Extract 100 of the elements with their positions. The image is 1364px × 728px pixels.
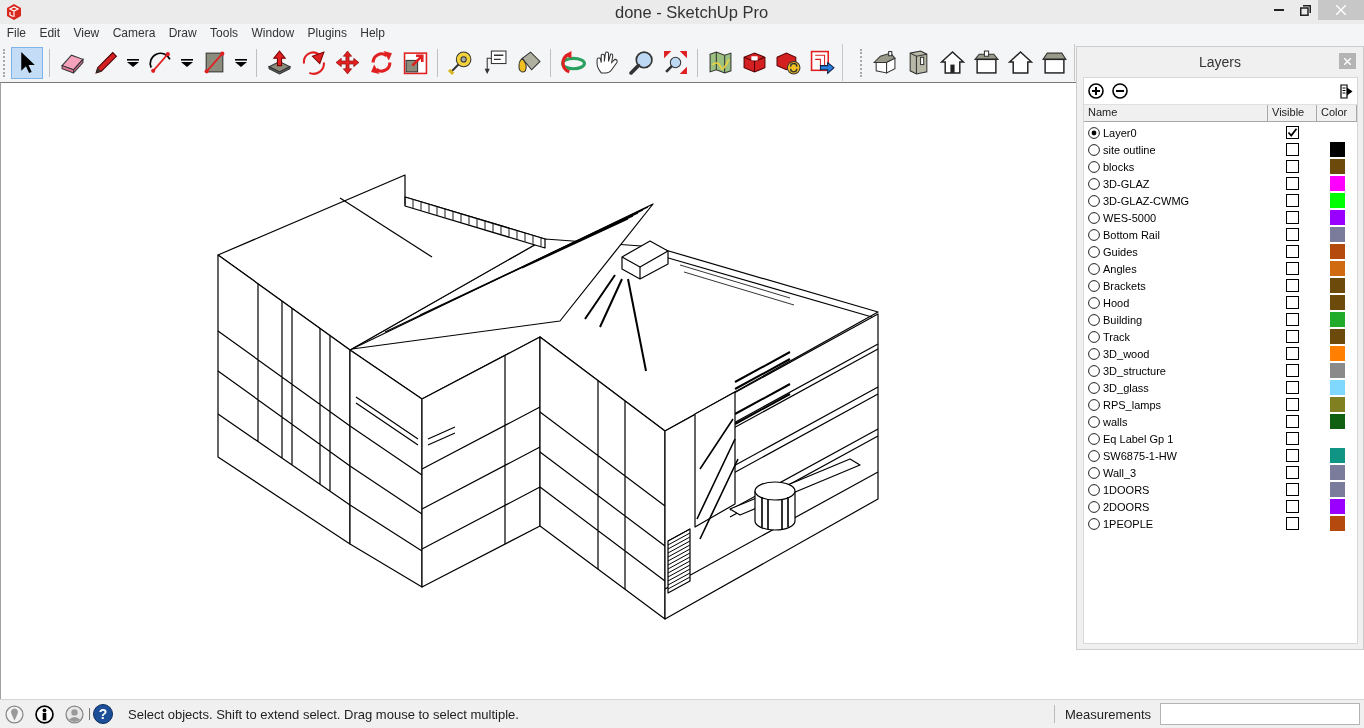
layer-name[interactable]: 1PEOPLE	[1103, 517, 1154, 530]
visible-checkbox[interactable]	[1286, 194, 1299, 207]
visible-checkbox[interactable]	[1286, 296, 1299, 309]
visible-checkbox[interactable]	[1286, 415, 1299, 428]
color-swatch[interactable]	[1329, 448, 1345, 463]
details-button[interactable]	[1340, 83, 1353, 99]
layer-name[interactable]: 3D-GLAZ-CWMG	[1103, 194, 1190, 207]
layer-name[interactable]: 3D-GLAZ	[1103, 177, 1150, 190]
visible-checkbox[interactable]	[1286, 483, 1299, 496]
layer-name[interactable]: Hood	[1103, 296, 1130, 309]
visible-checkbox[interactable]	[1286, 126, 1299, 139]
layer-name[interactable]: Guides	[1103, 245, 1138, 258]
layer-radio[interactable]	[1088, 211, 1100, 224]
layer-radio[interactable]	[1088, 279, 1100, 292]
menu-item[interactable]: Help	[353, 24, 392, 43]
color-swatch[interactable]	[1329, 397, 1345, 412]
visible-checkbox[interactable]	[1286, 381, 1299, 394]
layer-name[interactable]: site outline	[1103, 143, 1156, 156]
visible-checkbox[interactable]	[1286, 143, 1299, 156]
menu-item[interactable]: Plugins	[300, 24, 354, 43]
layer-radio[interactable]	[1088, 228, 1100, 241]
visible-checkbox[interactable]	[1286, 347, 1299, 360]
menu-item[interactable]: Edit	[32, 24, 67, 43]
layer-radio[interactable]	[1088, 177, 1100, 190]
layer-radio[interactable]	[1088, 364, 1100, 377]
visible-checkbox[interactable]	[1286, 211, 1299, 224]
menu-item[interactable]: View	[66, 24, 106, 43]
layer-radio[interactable]	[1088, 262, 1100, 275]
visible-checkbox[interactable]	[1286, 398, 1299, 411]
color-swatch[interactable]	[1329, 329, 1345, 344]
delete-layer-button[interactable]	[1112, 83, 1128, 99]
info-icon[interactable]	[35, 704, 54, 724]
color-swatch[interactable]	[1329, 159, 1345, 174]
layer-radio[interactable]	[1088, 449, 1100, 462]
color-swatch[interactable]	[1329, 244, 1345, 259]
layer-name[interactable]: 1DOORS	[1103, 483, 1150, 496]
layer-radio[interactable]	[1088, 398, 1100, 411]
color-swatch[interactable]	[1329, 380, 1345, 395]
visible-checkbox[interactable]	[1286, 432, 1299, 445]
layer-radio[interactable]	[1088, 330, 1100, 343]
layer-name[interactable]: blocks	[1103, 160, 1135, 173]
visible-checkbox[interactable]	[1286, 279, 1299, 292]
visible-checkbox[interactable]	[1286, 177, 1299, 190]
color-swatch[interactable]	[1329, 295, 1345, 310]
layer-name[interactable]: Angles	[1103, 262, 1137, 275]
visible-checkbox[interactable]	[1286, 500, 1299, 513]
color-swatch[interactable]	[1329, 278, 1345, 293]
layer-name[interactable]: 3D_wood	[1103, 347, 1150, 360]
visible-checkbox[interactable]	[1286, 449, 1299, 462]
layer-name[interactable]: Building	[1103, 313, 1143, 326]
layer-name[interactable]: Bottom Rail	[1103, 228, 1160, 241]
visible-checkbox[interactable]	[1286, 466, 1299, 479]
help-button[interactable]: ?	[93, 704, 113, 724]
layer-radio[interactable]	[1088, 143, 1100, 156]
measurements-field[interactable]	[1160, 703, 1360, 725]
layer-name[interactable]: RPS_lamps	[1103, 398, 1162, 411]
layer-name[interactable]: Wall_3	[1103, 466, 1137, 479]
layer-name[interactable]: Eq Label Gp 1	[1103, 432, 1174, 445]
layer-name[interactable]: 3D_glass	[1103, 381, 1149, 394]
column-header[interactable]: Name	[1084, 105, 1268, 121]
visible-checkbox[interactable]	[1286, 364, 1299, 377]
color-swatch[interactable]	[1329, 465, 1345, 480]
color-swatch[interactable]	[1329, 363, 1345, 378]
layer-radio[interactable]	[1088, 381, 1100, 394]
column-header[interactable]: Visible	[1268, 105, 1317, 121]
color-swatch[interactable]	[1329, 312, 1345, 327]
layer-name[interactable]: WES-5000	[1103, 211, 1157, 224]
menu-item[interactable]: Tools	[203, 24, 245, 43]
color-swatch[interactable]	[1329, 210, 1345, 225]
layer-radio[interactable]	[1088, 347, 1100, 360]
visible-checkbox[interactable]	[1286, 245, 1299, 258]
color-swatch[interactable]	[1329, 516, 1345, 531]
color-swatch[interactable]	[1329, 261, 1345, 276]
layer-radio[interactable]	[1088, 483, 1100, 496]
layer-radio[interactable]	[1088, 160, 1100, 173]
visible-checkbox[interactable]	[1286, 262, 1299, 275]
layer-radio[interactable]	[1088, 415, 1100, 428]
layer-name[interactable]: Track	[1103, 330, 1131, 343]
color-swatch[interactable]	[1329, 193, 1345, 208]
color-swatch[interactable]	[1329, 414, 1345, 429]
layer-name[interactable]: Layer0	[1103, 126, 1137, 139]
visible-checkbox[interactable]	[1286, 228, 1299, 241]
layer-name[interactable]: 2DOORS	[1103, 500, 1150, 513]
layer-name[interactable]: walls	[1103, 415, 1128, 428]
color-swatch[interactable]	[1329, 346, 1345, 361]
menu-item[interactable]: Draw	[162, 24, 204, 43]
layer-name[interactable]: Brackets	[1103, 279, 1146, 292]
user-icon[interactable]	[65, 704, 84, 724]
color-swatch[interactable]	[1329, 482, 1345, 497]
location-pin-icon[interactable]	[5, 704, 24, 724]
menu-item[interactable]: Window	[244, 24, 301, 43]
select-tool-button[interactable]	[11, 46, 43, 79]
layer-name[interactable]: SW6875-1-HW	[1103, 449, 1177, 462]
menu-item[interactable]: File	[0, 24, 33, 43]
color-swatch[interactable]	[1329, 176, 1345, 191]
layer-radio[interactable]	[1088, 245, 1100, 258]
color-swatch[interactable]	[1329, 142, 1345, 157]
layer-radio[interactable]	[1088, 517, 1100, 530]
color-swatch[interactable]	[1329, 499, 1345, 514]
layer-radio[interactable]	[1088, 500, 1100, 513]
